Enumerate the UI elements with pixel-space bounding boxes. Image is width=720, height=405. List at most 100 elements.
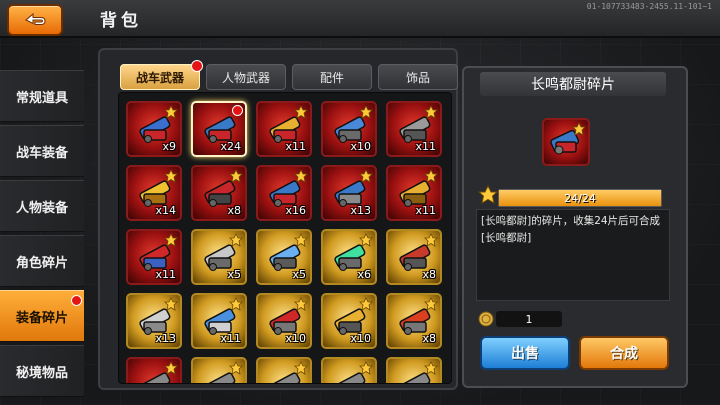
fragment-badge-icon <box>359 297 373 311</box>
page-title: 背包 <box>100 11 142 31</box>
item-slot[interactable]: x10 <box>256 293 312 349</box>
fragment-badge-icon <box>229 233 243 247</box>
item-grid: x9 x24 x11 x10 x11 x14 x8 x16 x13 x11 x11 x5 x5 x6 x8 x… <box>126 101 442 383</box>
item-slot[interactable] <box>191 357 247 383</box>
fragment-badge-icon <box>572 122 586 136</box>
sidebar-item-label: 人物装备 <box>15 200 68 216</box>
fragment-badge-icon <box>294 105 308 119</box>
item-quantity: x11 <box>285 140 306 153</box>
sidebar-item-label: 常规道具 <box>15 90 68 106</box>
coin-icon <box>478 311 494 327</box>
craft-button[interactable]: 合成 <box>579 336 669 370</box>
sidebar-item-label: 战车装备 <box>15 145 68 161</box>
fragment-badge-icon <box>424 233 438 247</box>
tab-accessories[interactable]: 配件 <box>292 64 372 90</box>
tab-label: 配件 <box>319 70 344 85</box>
sidebar-item-character-fragments[interactable]: 角色碎片 <box>0 235 84 287</box>
notification-dot <box>191 60 203 72</box>
fragment-badge-icon <box>294 169 308 183</box>
item-slot[interactable]: x5 <box>256 229 312 285</box>
fragment-progress-bar: 24/24 <box>498 189 662 207</box>
item-slot[interactable]: x8 <box>386 293 442 349</box>
item-slot[interactable]: x11 <box>386 165 442 221</box>
sell-price: 1 <box>496 311 562 327</box>
item-slot[interactable] <box>256 357 312 383</box>
item-slot[interactable]: x10 <box>321 101 377 157</box>
fragment-badge-icon <box>359 105 373 119</box>
fragment-badge-icon <box>294 297 308 311</box>
sidebar-item-equipment-fragments[interactable]: 装备碎片 <box>0 290 84 342</box>
fragment-badge-icon <box>229 169 243 183</box>
selected-item-icon <box>542 118 590 166</box>
sidebar-item-secret-realm-items[interactable]: 秘境物品 <box>0 345 84 397</box>
fragment-badge-icon <box>359 361 373 375</box>
detail-title: 长鸣都尉碎片 <box>480 72 666 96</box>
item-slot[interactable]: x8 <box>191 165 247 221</box>
fragment-badge-icon <box>424 105 438 119</box>
fragment-badge-icon <box>424 297 438 311</box>
fragment-badge-icon <box>164 105 178 119</box>
fragment-badge-icon <box>229 361 243 375</box>
item-quantity: x9 <box>162 140 176 153</box>
item-slot[interactable]: x6 <box>321 229 377 285</box>
item-slot[interactable]: x11 <box>126 229 182 285</box>
sidebar-item-character-equipment[interactable]: 人物装备 <box>0 180 84 232</box>
item-quantity: x10 <box>350 140 371 153</box>
item-quantity: x5 <box>292 268 306 281</box>
fragment-badge-icon <box>294 361 308 375</box>
item-quantity: x16 <box>285 204 306 217</box>
item-slot[interactable]: x10 <box>321 293 377 349</box>
notification-dot <box>232 105 243 116</box>
tab-label: 饰品 <box>405 70 430 85</box>
notification-dot <box>71 295 82 306</box>
item-slot[interactable]: x11 <box>386 101 442 157</box>
item-slot[interactable]: x13 <box>321 165 377 221</box>
fragment-badge-icon <box>294 233 308 247</box>
tab-vehicle-weapons[interactable]: 战车武器 <box>120 60 203 90</box>
fragment-badge-icon <box>164 361 178 375</box>
item-slot[interactable]: x8 <box>386 229 442 285</box>
sidebar-item-regular-items[interactable]: 常规道具 <box>0 70 84 122</box>
item-slot[interactable] <box>386 357 442 383</box>
category-tabs: 战车武器 人物武器 配件 饰品 <box>120 60 458 90</box>
fragment-badge-icon <box>164 169 178 183</box>
sell-button[interactable]: 出售 <box>480 336 570 370</box>
top-bar: 背包 01-107733483-2455.11-101~1 <box>0 0 720 38</box>
item-slot[interactable]: x11 <box>191 293 247 349</box>
tab-character-weapons[interactable]: 人物武器 <box>206 64 286 90</box>
item-slot[interactable]: x9 <box>126 101 182 157</box>
item-quantity: x8 <box>422 332 436 345</box>
item-quantity: x11 <box>155 268 176 281</box>
item-quantity: x10 <box>285 332 306 345</box>
item-slot[interactable]: x11 <box>256 101 312 157</box>
item-quantity: x8 <box>227 204 241 217</box>
sidebar-item-vehicle-equipment[interactable]: 战车装备 <box>0 125 84 177</box>
item-quantity: x11 <box>415 204 436 217</box>
sidebar-item-label: 角色碎片 <box>15 255 68 271</box>
fragment-badge-icon <box>424 361 438 375</box>
item-description: [长鸣都尉]的碎片，收集24片后可合成[长鸣都尉] <box>476 209 670 301</box>
item-slot[interactable]: x13 <box>126 293 182 349</box>
progress-text: 24/24 <box>564 191 596 205</box>
sidebar-item-label: 秘境物品 <box>15 365 68 381</box>
item-grid-container[interactable]: x9 x24 x11 x10 x11 x14 x8 x16 x13 x11 x11 x5 x5 x6 x8 x… <box>118 92 452 384</box>
sidebar: 常规道具 战车装备 人物装备 角色碎片 装备碎片 秘境物品 <box>0 70 84 400</box>
item-slot[interactable]: x24 <box>191 101 247 157</box>
item-slot[interactable] <box>126 357 182 383</box>
fragment-badge-icon <box>478 185 498 205</box>
fragment-badge-icon <box>359 169 373 183</box>
item-quantity: x14 <box>155 204 176 217</box>
item-quantity: x13 <box>155 332 176 345</box>
sidebar-item-label: 装备碎片 <box>15 310 68 326</box>
fragment-badge-icon <box>359 233 373 247</box>
tab-ornaments[interactable]: 饰品 <box>378 64 458 90</box>
fragment-badge-icon <box>424 169 438 183</box>
item-slot[interactable]: x5 <box>191 229 247 285</box>
item-slot[interactable]: x14 <box>126 165 182 221</box>
item-quantity: x13 <box>350 204 371 217</box>
back-button[interactable] <box>7 4 63 36</box>
item-slot[interactable] <box>321 357 377 383</box>
fragment-badge-icon <box>164 297 178 311</box>
item-slot[interactable]: x16 <box>256 165 312 221</box>
tab-label: 人物武器 <box>221 70 270 85</box>
